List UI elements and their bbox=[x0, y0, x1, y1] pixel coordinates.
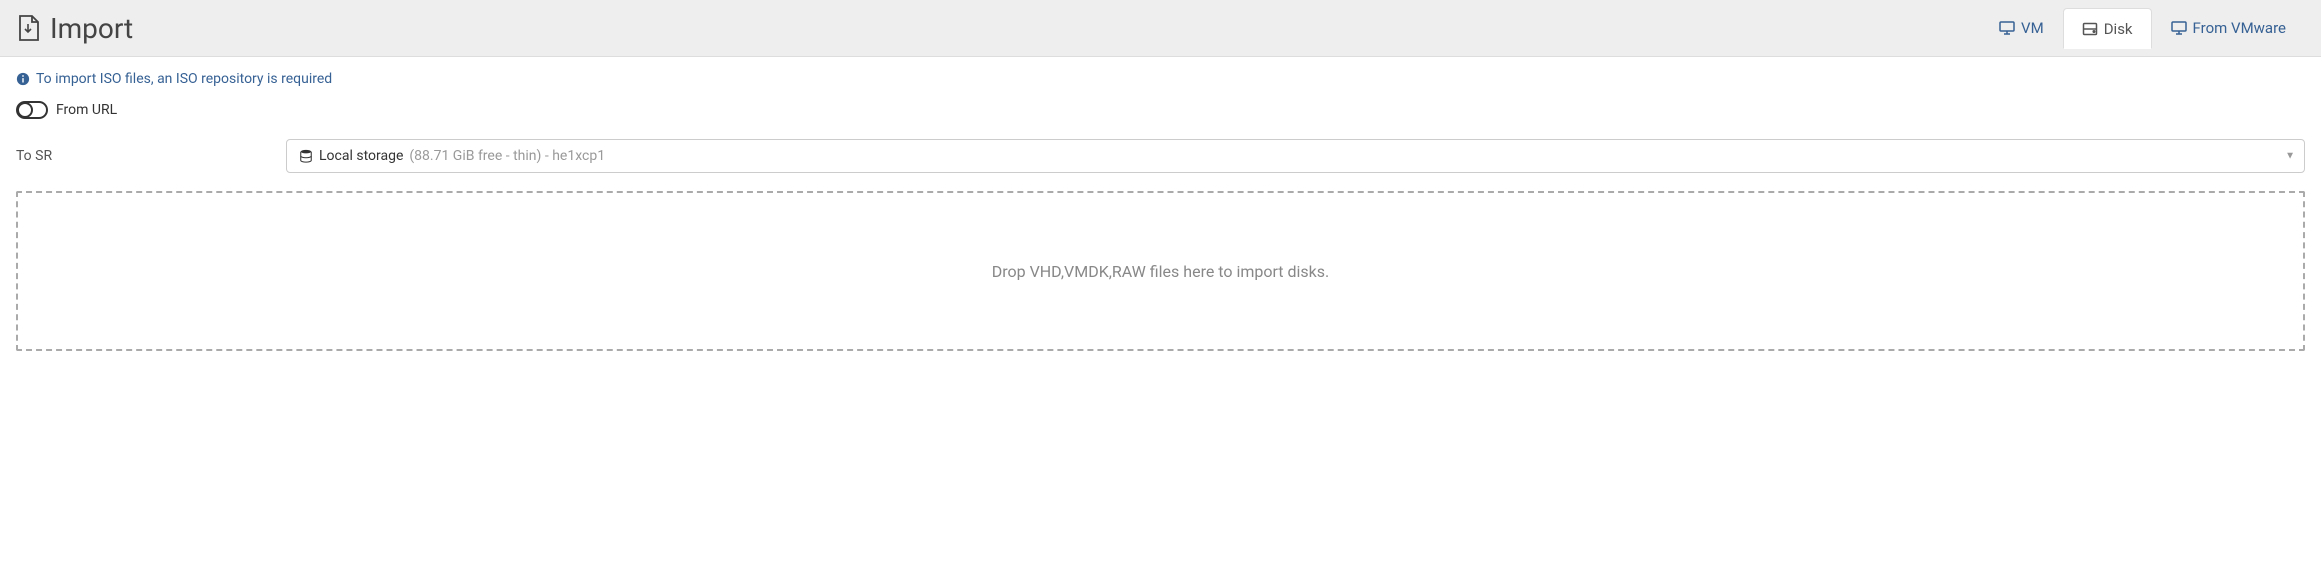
monitor-icon bbox=[2171, 20, 2187, 36]
from-url-toggle[interactable] bbox=[16, 101, 48, 119]
sr-value-sub: (88.71 GiB free - thin) - he1xcp1 bbox=[409, 148, 605, 164]
to-sr-row: To SR Local storage (88.71 GiB free - th… bbox=[16, 139, 2305, 173]
tab-vmware-label: From VMware bbox=[2193, 19, 2286, 37]
sr-select-wrapper: Local storage (88.71 GiB free - thin) - … bbox=[286, 139, 2305, 173]
monitor-icon bbox=[1999, 20, 2015, 36]
from-url-label: From URL bbox=[56, 102, 117, 118]
dropzone-text: Drop VHD,VMDK,RAW files here to import d… bbox=[992, 262, 1330, 281]
file-dropzone[interactable]: Drop VHD,VMDK,RAW files here to import d… bbox=[16, 191, 2305, 351]
sr-value-main: Local storage bbox=[319, 148, 403, 164]
info-text: To import ISO files, an ISO repository i… bbox=[36, 71, 332, 87]
sr-select[interactable]: Local storage (88.71 GiB free - thin) - … bbox=[286, 139, 2305, 173]
caret-down-icon: ▼ bbox=[2285, 151, 2295, 162]
database-icon bbox=[299, 149, 313, 163]
from-url-row: From URL bbox=[16, 101, 2305, 119]
page-title: Import bbox=[50, 12, 133, 45]
tab-vmware[interactable]: From VMware bbox=[2152, 8, 2305, 48]
header-left: Import bbox=[16, 12, 133, 45]
import-file-icon bbox=[16, 14, 40, 42]
info-notice: To import ISO files, an ISO repository i… bbox=[16, 71, 2305, 87]
content-area: To import ISO files, an ISO repository i… bbox=[0, 57, 2321, 365]
info-icon bbox=[16, 72, 30, 86]
tab-disk-label: Disk bbox=[2104, 20, 2133, 38]
tab-vm-label: VM bbox=[2021, 19, 2044, 37]
tab-disk[interactable]: Disk bbox=[2063, 8, 2152, 49]
tabs-container: VM Disk From VMware bbox=[1980, 8, 2305, 48]
disk-icon bbox=[2082, 21, 2098, 37]
tab-vm[interactable]: VM bbox=[1980, 8, 2063, 48]
page-header: Import VM Disk From VMware bbox=[0, 0, 2321, 57]
to-sr-label: To SR bbox=[16, 148, 286, 164]
